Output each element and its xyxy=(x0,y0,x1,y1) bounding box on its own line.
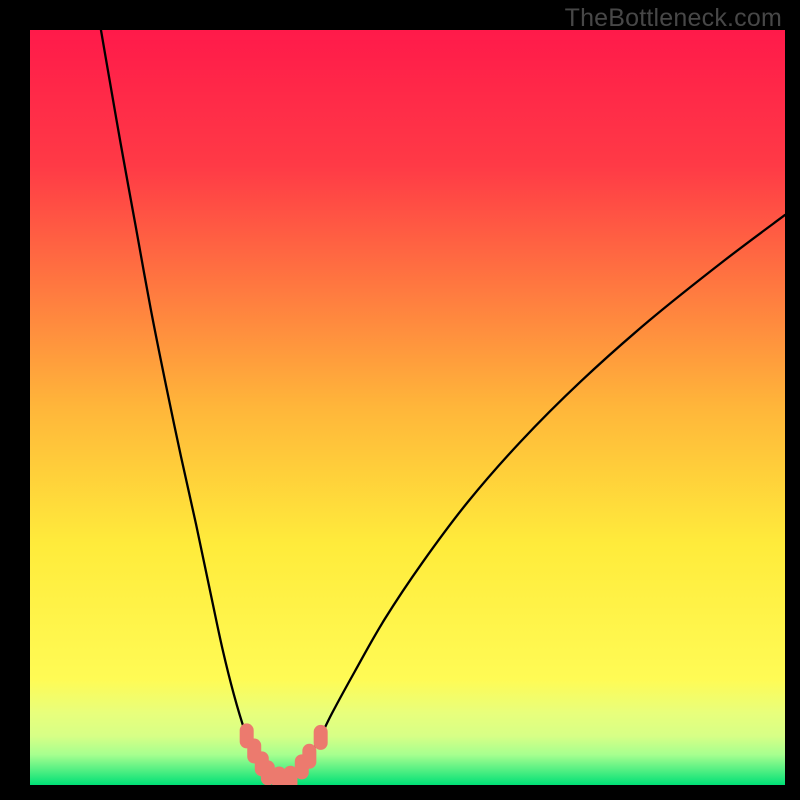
marker-dot xyxy=(314,725,328,750)
watermark-text: TheBottleneck.com xyxy=(565,4,782,33)
plot-area xyxy=(30,30,785,785)
marker-dot xyxy=(302,744,316,769)
plot-svg xyxy=(30,30,785,785)
gradient-background xyxy=(30,30,785,785)
chart-frame: TheBottleneck.com xyxy=(0,0,800,800)
